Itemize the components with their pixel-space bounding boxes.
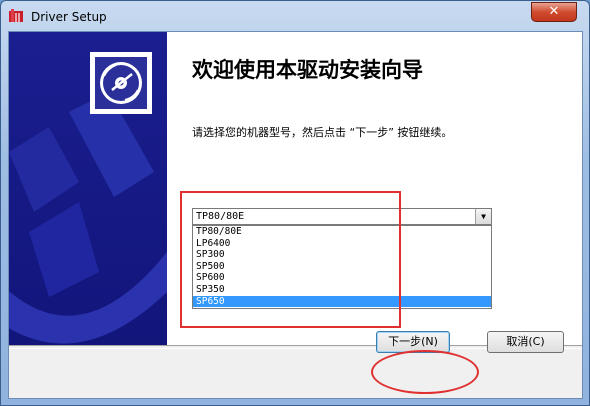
disc-icon-frame	[90, 52, 152, 114]
dropdown-arrow-icon[interactable]: ▼	[475, 209, 491, 224]
disc-icon	[95, 57, 147, 109]
cancel-button[interactable]: 取消(C)	[487, 331, 564, 353]
wizard-sidebar-banner	[9, 32, 167, 345]
annotation-ellipse	[371, 350, 479, 394]
setup-window: Driver Setup ✕ 欢迎使用本驱动安装向导 请选择您的机器型号，然后点…	[0, 0, 590, 406]
wizard-heading: 欢迎使用本驱动安装向导	[192, 58, 423, 82]
instruction-text: 请选择您的机器型号，然后点击 “下一步” 按钮继续。	[192, 126, 453, 139]
window-title: Driver Setup	[31, 10, 107, 24]
close-button[interactable]: ✕	[531, 2, 577, 22]
title-bar[interactable]: Driver Setup ✕	[1, 1, 589, 31]
app-icon	[9, 9, 23, 22]
annotation-rectangle	[180, 191, 401, 328]
close-icon: ✕	[548, 4, 560, 19]
